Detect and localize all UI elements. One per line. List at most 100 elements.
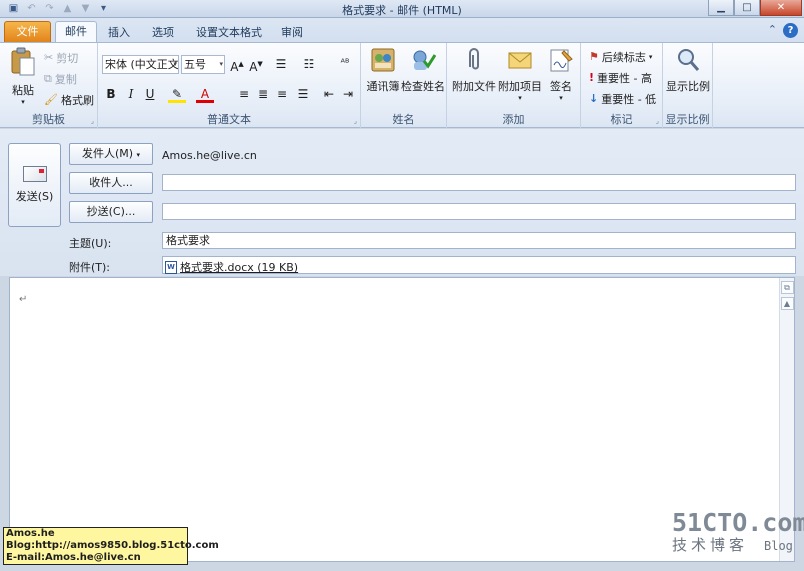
font-size-combo[interactable]: 五号 ▾ [181, 55, 225, 74]
down-arrow-icon: ↓ [589, 92, 599, 105]
send-button[interactable]: 发送(S) [8, 143, 61, 227]
ribbon: 粘贴 ▾ ✂ 剪切 ⧉ 复制 🖌 格式刷 剪贴板 ⌟ 宋体 (中文正文 ▾ 五号 ▾ A▲… [0, 42, 804, 128]
subject-label: 主题(U): [69, 237, 112, 250]
paste-label: 粘贴 [12, 84, 34, 97]
align-center-icon[interactable]: ≣ [254, 85, 272, 103]
help-icon[interactable]: ? [783, 23, 798, 38]
group-tags: ⚑ 后续标志 ▾ ! 重要性 - 高 ↓ 重要性 - 低 标记 ⌟ [581, 43, 663, 128]
exclamation-icon: ! [589, 71, 595, 84]
close-button[interactable]: ✕ [760, 0, 802, 16]
font-color-icon[interactable]: A [196, 85, 214, 103]
envelope-icon [508, 52, 532, 69]
clear-format-icon[interactable]: ᴬᴮ [336, 55, 354, 73]
group-clipboard: 粘贴 ▾ ✂ 剪切 ⧉ 复制 🖌 格式刷 剪贴板 ⌟ [0, 43, 98, 128]
shrink-font-icon[interactable]: A▼ [247, 55, 265, 74]
attachments-label: 附件(T): [69, 261, 111, 274]
scissors-icon: ✂ [44, 51, 54, 64]
check-names-button[interactable]: 检查姓名 [401, 47, 445, 94]
chevron-down-icon: ▾ [136, 151, 141, 159]
to-field[interactable] [162, 174, 796, 191]
tab-insert[interactable]: 插入 [101, 23, 137, 42]
group-label-tags: 标记 [610, 113, 633, 126]
italic-button[interactable]: I [122, 85, 140, 103]
watermark: 51CTO.com 技术博客 Blog [672, 508, 804, 555]
grow-font-icon[interactable]: A▲ [228, 55, 246, 74]
cc-button[interactable]: 抄送(C)... [69, 201, 153, 223]
signature-line: Amos.he [6, 528, 55, 539]
tab-file[interactable]: 文件 [4, 21, 51, 42]
bullets-icon[interactable]: ☰ [272, 55, 290, 73]
group-label-basic-text: 普通文本 [207, 113, 251, 126]
zoom-label: 显示比例 [666, 80, 710, 93]
align-right-icon[interactable]: ≡ [273, 85, 291, 103]
from-button[interactable]: 发件人(M) ▾ [69, 143, 153, 165]
watermark-blog: Blog [764, 539, 793, 553]
paragraph-mark: ↵ [19, 294, 28, 305]
group-label-include: 添加 [502, 113, 525, 126]
copy-button[interactable]: ⧉ 复制 [44, 70, 77, 87]
low-importance-button[interactable]: ↓ 重要性 - 低 [589, 90, 656, 107]
signature-line: E-mail:Amos.he@live.cn [6, 552, 141, 563]
high-importance-button[interactable]: ! 重要性 - 高 [589, 69, 652, 86]
tab-review[interactable]: 审阅 [276, 23, 308, 42]
magnifier-icon [678, 49, 700, 71]
maximize-button[interactable]: □ [734, 0, 760, 16]
tab-format-text[interactable]: 设置文本格式 [190, 23, 268, 42]
tab-options[interactable]: 选项 [145, 23, 181, 42]
address-book-button[interactable]: 通讯簿 [364, 47, 402, 94]
tab-message[interactable]: 邮件 [55, 21, 97, 43]
word-document-icon: W [165, 260, 177, 274]
address-book-label: 通讯簿 [366, 80, 400, 93]
underline-button[interactable]: U [141, 85, 159, 103]
dialog-launcher-icon[interactable]: ⌟ [354, 117, 357, 125]
attach-item-label: 附加项目 [498, 80, 542, 93]
flag-icon: ⚑ [589, 50, 599, 63]
decrease-indent-icon[interactable]: ⇤ [320, 85, 338, 103]
attach-file-button[interactable]: 附加文件 [451, 47, 497, 94]
title-bar: ▣ ↶ ↷ ▲ ▼ ▾ 格式要求 - 邮件 (HTML) ▁ □ ✕ [0, 0, 804, 18]
paste-dropdown-icon[interactable]: ▾ [6, 98, 40, 106]
font-name-combo[interactable]: 宋体 (中文正文 ▾ [102, 55, 179, 74]
dialog-launcher-icon[interactable]: ⌟ [656, 117, 659, 125]
scroll-up-icon[interactable]: ▲ [780, 297, 794, 310]
attach-item-button[interactable]: 附加项目 ▾ [497, 47, 543, 102]
from-value: Amos.he@live.cn [162, 149, 257, 162]
zoom-button[interactable]: 显示比例 [665, 47, 711, 94]
chevron-down-icon: ▾ [518, 94, 522, 102]
attachment-item[interactable]: W 格式要求.docx (19 KB) [165, 259, 298, 275]
watermark-site: 51CTO.com [672, 508, 804, 537]
cut-button[interactable]: ✂ 剪切 [44, 49, 78, 66]
group-label-clipboard: 剪贴板 [32, 113, 65, 126]
attachment-name[interactable]: 格式要求.docx (19 KB) [180, 259, 298, 275]
send-envelope-icon [22, 166, 47, 182]
format-painter-button[interactable]: 🖌 格式刷 [44, 91, 94, 108]
ribbon-tabs: 文件 邮件 插入 选项 设置文本格式 审阅 ⌃ ? [0, 18, 804, 43]
align-left-icon[interactable]: ≡ [235, 85, 253, 103]
paste-button[interactable]: 粘贴 ▾ [6, 47, 40, 106]
chevron-down-icon: ▾ [559, 94, 563, 102]
cc-field[interactable] [162, 203, 796, 220]
check-names-label: 检查姓名 [401, 80, 445, 93]
message-header: 发送(S) 发件人(M) ▾ Amos.he@live.cn 收件人... 抄送… [0, 129, 804, 276]
highlight-icon[interactable]: ✎ [168, 85, 186, 103]
chevron-down-icon: ▾ [173, 60, 177, 68]
group-basic-text: 宋体 (中文正文 ▾ 五号 ▾ A▲ A▼ ☰ ☷ ᴬᴮ B I U ✎ A ≡ ≣… [98, 43, 361, 128]
justify-icon[interactable]: ☰ [294, 85, 312, 103]
signature-button[interactable]: 签名 ▾ [544, 47, 578, 102]
ruler-toggle-icon[interactable]: ⧉ [780, 281, 794, 294]
minimize-ribbon-icon[interactable]: ⌃ [768, 23, 777, 38]
signature-line: Blog:http://amos9850.blog.51cto.com [6, 540, 219, 551]
subject-field[interactable]: 格式要求 [162, 232, 796, 249]
group-label-zoom: 显示比例 [665, 113, 710, 126]
to-button[interactable]: 收件人... [69, 172, 153, 194]
follow-up-button[interactable]: ⚑ 后续标志 ▾ [589, 48, 652, 65]
dialog-launcher-icon[interactable]: ⌟ [91, 117, 94, 125]
signature-box: Amos.he Blog:http://amos9850.blog.51cto.… [3, 527, 219, 565]
increase-indent-icon[interactable]: ⇥ [339, 85, 357, 103]
signature-icon [550, 49, 573, 72]
numbering-icon[interactable]: ☷ [300, 55, 318, 73]
minimize-button[interactable]: ▁ [708, 0, 734, 16]
group-include: 附加文件 附加项目 ▾ 签名 ▾ 添加 [447, 43, 581, 128]
bold-button[interactable]: B [102, 85, 120, 103]
group-names: 通讯簿 检查姓名 姓名 [361, 43, 447, 128]
